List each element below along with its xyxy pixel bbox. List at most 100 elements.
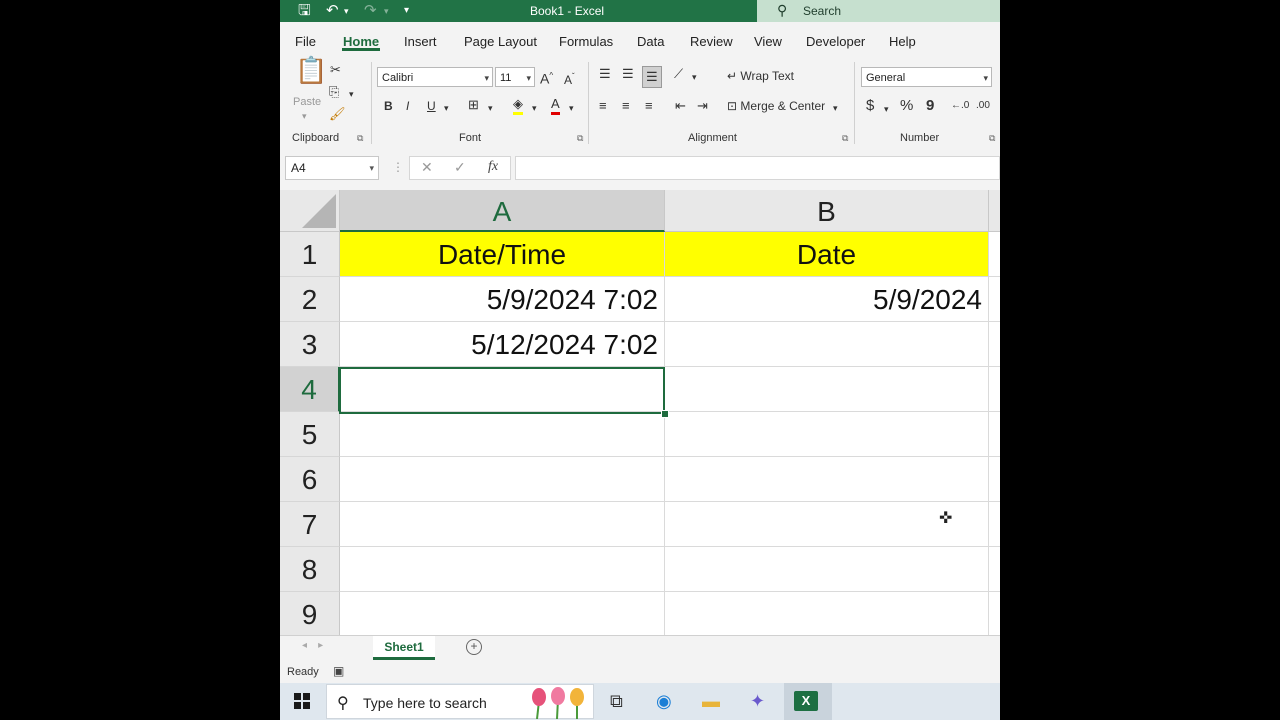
cell-c2[interactable] bbox=[989, 277, 1000, 322]
orientation-dropdown-icon[interactable]: ▾ bbox=[692, 69, 697, 85]
cancel-icon[interactable]: ✕ bbox=[421, 159, 433, 176]
align-left-icon[interactable]: ≡ bbox=[599, 98, 607, 114]
orientation-icon[interactable]: ⟋ bbox=[674, 66, 683, 82]
cell-a7[interactable] bbox=[340, 502, 665, 547]
paste-dropdown-icon[interactable]: ▾ bbox=[302, 108, 307, 124]
font-size-combo[interactable]: 11 ▾ bbox=[495, 67, 535, 87]
row-header-9[interactable]: 9 bbox=[280, 592, 340, 635]
file-explorer-icon[interactable]: ▬ bbox=[702, 691, 720, 712]
cell-b8[interactable] bbox=[665, 547, 989, 592]
tab-formulas[interactable]: Formulas bbox=[559, 34, 613, 49]
borders-dropdown-icon[interactable]: ▾ bbox=[488, 100, 493, 116]
paste-label[interactable]: Paste bbox=[293, 94, 321, 110]
tab-review[interactable]: Review bbox=[690, 34, 733, 49]
align-top-icon[interactable]: ☰ bbox=[599, 66, 611, 82]
insert-function-icon[interactable]: fx bbox=[488, 159, 498, 175]
column-header-a[interactable]: A bbox=[340, 190, 665, 232]
cell-c3[interactable] bbox=[989, 322, 1000, 367]
cell-a9[interactable] bbox=[340, 592, 665, 635]
merge-dropdown-icon[interactable]: ▾ bbox=[833, 100, 838, 116]
tab-developer[interactable]: Developer bbox=[806, 34, 865, 49]
increase-font-icon[interactable]: A^ bbox=[540, 68, 553, 87]
alignment-launcher-icon[interactable]: ⧉ bbox=[842, 133, 848, 144]
align-bottom-icon[interactable]: ☰ bbox=[642, 66, 662, 88]
cell-b5[interactable] bbox=[665, 412, 989, 457]
fill-handle[interactable] bbox=[661, 410, 669, 418]
cell-a5[interactable] bbox=[340, 412, 665, 457]
taskbar-search-box[interactable]: ⚲ Type here to search bbox=[326, 684, 594, 719]
save-icon[interactable]: 🖫 bbox=[298, 2, 311, 20]
column-header-b[interactable]: B bbox=[665, 190, 989, 232]
formula-input[interactable] bbox=[515, 156, 1000, 180]
copy-dropdown-icon[interactable]: ▾ bbox=[349, 86, 354, 102]
fill-color-icon[interactable]: ◈ bbox=[513, 96, 523, 115]
search-box[interactable]: ⚲ Search bbox=[757, 0, 1000, 22]
sheet-nav-arrows-icon[interactable]: ◂ ▸ bbox=[302, 640, 323, 651]
decrease-decimal-icon[interactable]: .00 bbox=[976, 98, 990, 114]
row-header-7[interactable]: 7 bbox=[280, 502, 340, 547]
font-color-dropdown-icon[interactable]: ▾ bbox=[569, 100, 574, 116]
cell-b9[interactable] bbox=[665, 592, 989, 635]
cell-a3[interactable]: 5/12/2024 7:02 bbox=[340, 322, 665, 367]
column-header-c[interactable] bbox=[989, 190, 1000, 232]
percent-button[interactable]: % bbox=[900, 98, 913, 114]
cell-c7[interactable] bbox=[989, 502, 1000, 547]
number-launcher-icon[interactable]: ⧉ bbox=[989, 133, 995, 144]
cell-c4[interactable] bbox=[989, 367, 1000, 412]
font-launcher-icon[interactable]: ⧉ bbox=[577, 133, 583, 144]
decrease-indent-icon[interactable]: ⇤ bbox=[675, 98, 686, 114]
cut-icon[interactable]: ✂ bbox=[330, 62, 341, 78]
cell-b2[interactable]: 5/9/2024 bbox=[665, 277, 989, 322]
fill-color-dropdown-icon[interactable]: ▾ bbox=[532, 100, 537, 116]
paste-icon[interactable]: 📋 bbox=[295, 57, 327, 83]
increase-decimal-icon[interactable]: ←.0 bbox=[951, 98, 969, 114]
row-header-6[interactable]: 6 bbox=[280, 457, 340, 502]
customize-qat-icon[interactable]: ▾ bbox=[404, 2, 409, 20]
sheet-tab-sheet1[interactable]: Sheet1 bbox=[373, 636, 435, 660]
underline-button[interactable]: U bbox=[427, 98, 436, 114]
cell-a6[interactable] bbox=[340, 457, 665, 502]
tab-file[interactable]: File bbox=[295, 34, 316, 49]
cell-a8[interactable] bbox=[340, 547, 665, 592]
cell-b6[interactable] bbox=[665, 457, 989, 502]
row-header-2[interactable]: 2 bbox=[280, 277, 340, 322]
align-right-icon[interactable]: ≡ bbox=[645, 98, 653, 114]
copilot-icon[interactable]: ✦ bbox=[750, 691, 765, 712]
row-header-1[interactable]: 1 bbox=[280, 232, 340, 277]
row-header-4[interactable]: 4 bbox=[280, 367, 340, 412]
tab-help[interactable]: Help bbox=[889, 34, 916, 49]
cell-b3[interactable] bbox=[665, 322, 989, 367]
increase-indent-icon[interactable]: ⇥ bbox=[697, 98, 708, 114]
windows-start-icon[interactable] bbox=[294, 693, 310, 709]
borders-icon[interactable]: ⊞ bbox=[468, 97, 479, 113]
cell-c8[interactable] bbox=[989, 547, 1000, 592]
edge-icon[interactable]: ◉ bbox=[656, 691, 672, 712]
font-color-icon[interactable]: A bbox=[551, 96, 560, 115]
cell-a1[interactable]: Date/Time bbox=[340, 232, 665, 277]
add-sheet-icon[interactable]: + bbox=[466, 639, 482, 655]
cell-c1[interactable] bbox=[989, 232, 1000, 277]
cell-c9[interactable] bbox=[989, 592, 1000, 635]
accessibility-icon[interactable]: ▣ bbox=[333, 664, 344, 678]
cell-a2[interactable]: 5/9/2024 7:02 bbox=[340, 277, 665, 322]
wrap-text-button[interactable]: ↵ Wrap Text bbox=[727, 68, 794, 84]
copy-icon[interactable]: ⎘ bbox=[329, 84, 339, 100]
font-name-combo[interactable]: Calibri ▾ bbox=[377, 67, 493, 87]
task-view-icon[interactable]: ⧉ bbox=[610, 691, 623, 712]
cell-b1[interactable]: Date bbox=[665, 232, 989, 277]
format-painter-icon[interactable]: 🖌 bbox=[329, 106, 346, 122]
cell-c6[interactable] bbox=[989, 457, 1000, 502]
cell-c5[interactable] bbox=[989, 412, 1000, 457]
redo-dropdown-icon[interactable]: ▾ bbox=[384, 2, 389, 20]
currency-dropdown-icon[interactable]: ▾ bbox=[884, 101, 889, 117]
italic-button[interactable]: I bbox=[406, 98, 409, 114]
underline-dropdown-icon[interactable]: ▾ bbox=[444, 100, 449, 116]
merge-center-button[interactable]: ⊡ Merge & Center bbox=[727, 98, 825, 114]
select-all-button[interactable] bbox=[280, 190, 340, 232]
currency-button[interactable]: $ bbox=[866, 98, 874, 114]
align-center-icon[interactable]: ≡ bbox=[622, 98, 630, 114]
tab-home[interactable]: Home bbox=[343, 34, 379, 49]
row-header-3[interactable]: 3 bbox=[280, 322, 340, 367]
cell-b4[interactable] bbox=[665, 367, 989, 412]
clipboard-launcher-icon[interactable]: ⧉ bbox=[357, 133, 363, 144]
